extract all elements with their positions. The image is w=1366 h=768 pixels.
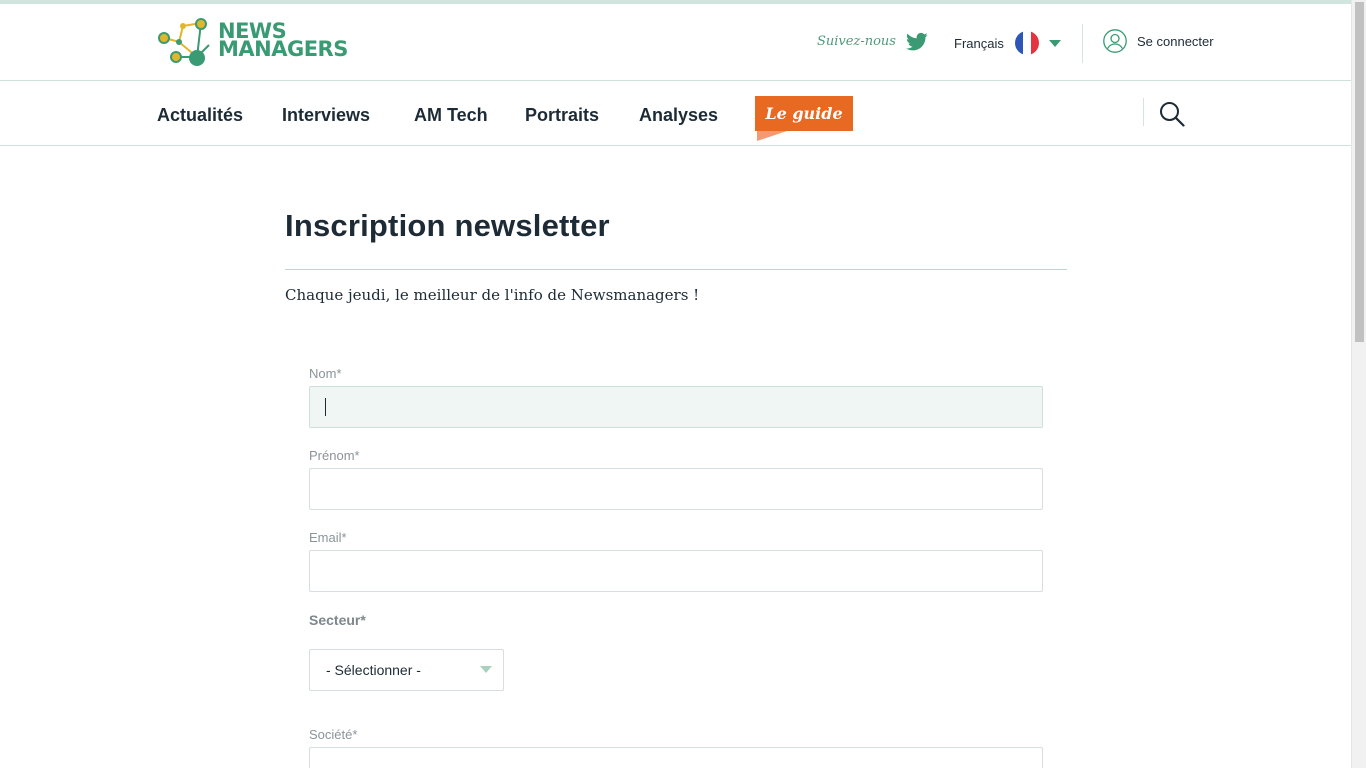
nav-item-actualites[interactable]: Actualités	[157, 105, 243, 126]
email-field[interactable]	[309, 550, 1043, 592]
header-divider	[1082, 24, 1083, 63]
nom-label: Nom*	[309, 366, 342, 381]
nav-divider	[1143, 98, 1144, 126]
nav-item-analyses[interactable]: Analyses	[639, 105, 718, 126]
nav-item-le-guide[interactable]: Le guide	[755, 96, 853, 131]
text-cursor	[325, 398, 326, 416]
secteur-label: Secteur*	[309, 612, 366, 628]
main-nav: Actualités Interviews AM Tech Portraits …	[0, 81, 1351, 146]
secteur-selected-value: - Sélectionner -	[326, 662, 421, 678]
follow-us-label: Suivez-nous	[817, 34, 896, 49]
guide-badge-tail	[757, 131, 787, 141]
login-label: Se connecter	[1137, 33, 1214, 49]
societe-label: Société*	[309, 727, 358, 742]
nav-item-interviews[interactable]: Interviews	[282, 105, 370, 126]
chevron-down-icon	[1048, 39, 1061, 47]
secteur-select[interactable]: - Sélectionner -	[309, 649, 504, 691]
nav-item-portraits[interactable]: Portraits	[525, 105, 599, 126]
societe-field[interactable]	[309, 747, 1043, 768]
chevron-down-icon	[480, 666, 492, 673]
site-header: NEWS MANAGERS Suivez-nous Français Se co…	[0, 4, 1351, 81]
logo-line-2: MANAGERS	[218, 37, 348, 61]
twitter-icon[interactable]	[906, 32, 928, 52]
language-selector[interactable]: Français	[954, 31, 1061, 55]
logo-network-icon	[158, 18, 210, 66]
user-icon	[1103, 29, 1127, 53]
language-label: Français	[954, 35, 1004, 51]
logo-wordmark: NEWS MANAGERS	[218, 21, 348, 61]
nav-item-am-tech[interactable]: AM Tech	[414, 105, 488, 126]
site-logo[interactable]: NEWS MANAGERS	[157, 17, 377, 69]
page-title: Inscription newsletter	[285, 208, 610, 243]
nom-field[interactable]	[309, 386, 1043, 428]
login-link[interactable]: Se connecter	[1103, 29, 1214, 53]
prenom-label: Prénom*	[309, 448, 360, 463]
page-subtitle: Chaque jeudi, le meilleur de l'info de N…	[285, 286, 700, 304]
flag-fr-icon	[1014, 31, 1039, 55]
page-scrollbar[interactable]	[1351, 0, 1366, 768]
email-label: Email*	[309, 530, 347, 545]
search-icon[interactable]	[1159, 101, 1185, 127]
scrollbar-thumb[interactable]	[1355, 2, 1364, 342]
title-divider	[285, 269, 1067, 270]
prenom-field[interactable]	[309, 468, 1043, 510]
